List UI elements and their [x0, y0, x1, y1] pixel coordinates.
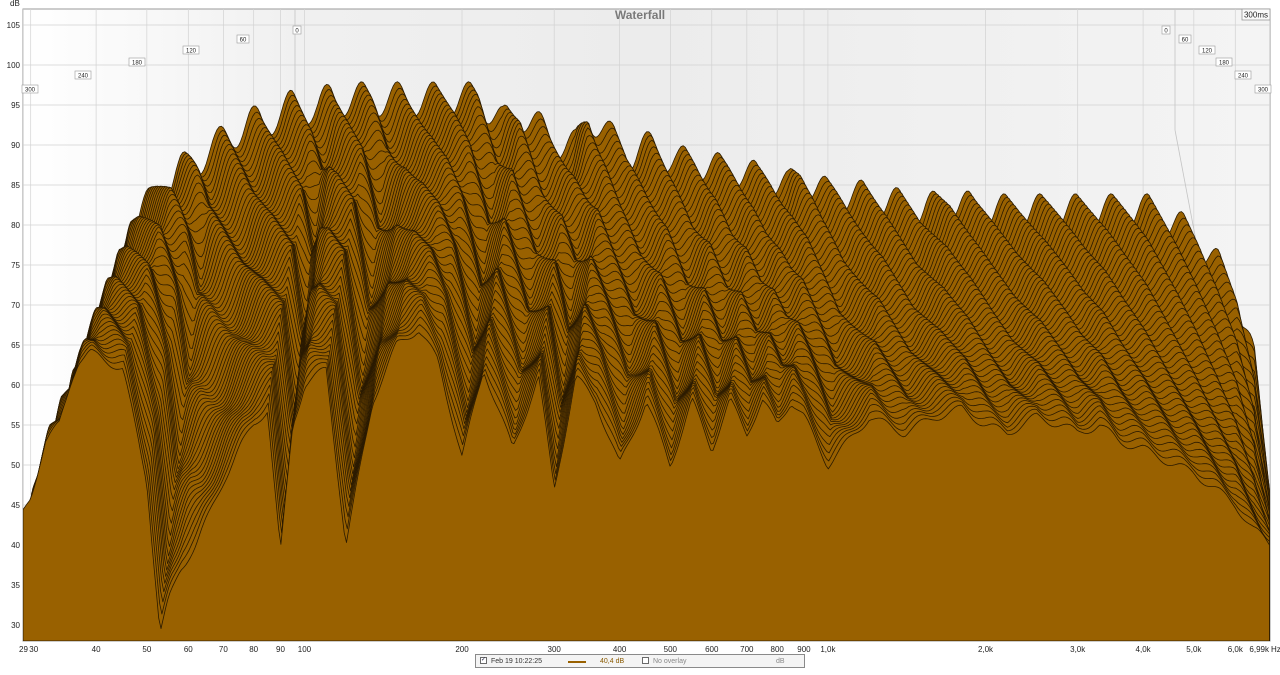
x-tick-label: 700: [740, 645, 754, 654]
x-tick-label: 600: [705, 645, 719, 654]
x-tick-label: 4,0k: [1136, 645, 1152, 654]
x-tick-label: 100: [298, 645, 312, 654]
time-tag-label: 240: [78, 74, 89, 80]
measurement-checkbox[interactable]: ✓: [480, 657, 487, 664]
chart-title: Waterfall: [615, 8, 665, 22]
x-tick-label: 40: [92, 645, 101, 654]
y-tick-label: 70: [11, 301, 20, 310]
y-tick-label: 50: [11, 461, 20, 470]
x-axis-ticks: 29 30 40 50 60 70 80 90 100 200 300 400 500 600 700 800…: [19, 645, 1270, 654]
time-range-badge: 300ms: [1241, 8, 1271, 21]
y-tick-label: 85: [11, 181, 20, 190]
x-tick-label: 200: [455, 645, 469, 654]
x-tick-label: 500: [664, 645, 678, 654]
x-tick-label: 1,0k: [820, 645, 836, 654]
x-tick-label: 80: [249, 645, 258, 654]
x-tick-label: 400: [613, 645, 627, 654]
time-tag-label: 120: [1202, 49, 1213, 55]
x-tick-label: 2,0k: [978, 645, 994, 654]
y-axis-ticks: 30 35 40 45 50 55 60 65 70 75 80 85 90 95 100 105: [7, 21, 21, 630]
y-tick-label: 90: [11, 141, 20, 150]
y-tick-label: 105: [7, 21, 21, 30]
measurement-date-label: Feb 19 10:22:25: [491, 658, 542, 665]
y-tick-label: 55: [11, 421, 20, 430]
time-tag-label: 60: [1182, 38, 1189, 44]
overlay-checkbox[interactable]: [642, 657, 649, 664]
y-tick-label: 30: [11, 621, 20, 630]
waterfall-chart-window: 30 35 40 45 50 55 60 65 70 75 80 85 90 95 100 105 29 30 4…: [0, 0, 1280, 670]
x-tick-label: 60: [184, 645, 193, 654]
y-tick-label: 60: [11, 381, 20, 390]
time-range-label: 300ms: [1244, 11, 1268, 20]
x-tick-label: 70: [219, 645, 228, 654]
time-tag-label: 180: [1219, 61, 1230, 67]
overlay-label: No overlay: [653, 658, 687, 665]
x-tick-label: 50: [142, 645, 151, 654]
y-tick-label: 65: [11, 341, 20, 350]
time-tag-label: 120: [186, 49, 197, 55]
waterfall-chart[interactable]: 3035404550556065707580859095100105 29 30 4…: [0, 0, 1280, 670]
y-tick-label: 100: [7, 61, 21, 70]
y-tick-label: 75: [11, 261, 20, 270]
x-tick-label: 300: [548, 645, 562, 654]
x-tick-label: 30: [29, 645, 38, 654]
y-tick-label: 40: [11, 541, 20, 550]
x-tick-label: 5,0k: [1186, 645, 1202, 654]
y-tick-label: 80: [11, 221, 20, 230]
y-tick-label: 45: [11, 501, 20, 510]
time-tag-label: 60: [240, 38, 247, 44]
x-axis-unit: Hz: [1271, 645, 1280, 654]
x-tick-label: 3,0k: [1070, 645, 1086, 654]
overlay-unit-label: dB: [776, 658, 785, 665]
measurement-level-label: 40,4 dB: [600, 658, 625, 665]
y-axis-label: dB: [10, 0, 20, 8]
legend-bar: ✓ Feb 19 10:22:25 40,4 dB No overlay dB: [475, 654, 805, 668]
measurement-color-swatch: [568, 661, 586, 663]
time-tag-label: 180: [132, 61, 143, 67]
x-tick-label: 6,99k: [1249, 645, 1270, 654]
x-tick-label: 800: [771, 645, 785, 654]
x-tick-label: 90: [276, 645, 285, 654]
x-tick-label: 6,0k: [1228, 645, 1244, 654]
x-tick-label: 900: [797, 645, 811, 654]
time-tag-label: 300: [25, 88, 36, 94]
y-tick-label: 35: [11, 581, 20, 590]
x-tick-label: 29: [19, 645, 28, 654]
time-tag-label: 300: [1258, 88, 1269, 94]
time-tag-label: 240: [1238, 74, 1249, 80]
y-tick-label: 95: [11, 101, 20, 110]
